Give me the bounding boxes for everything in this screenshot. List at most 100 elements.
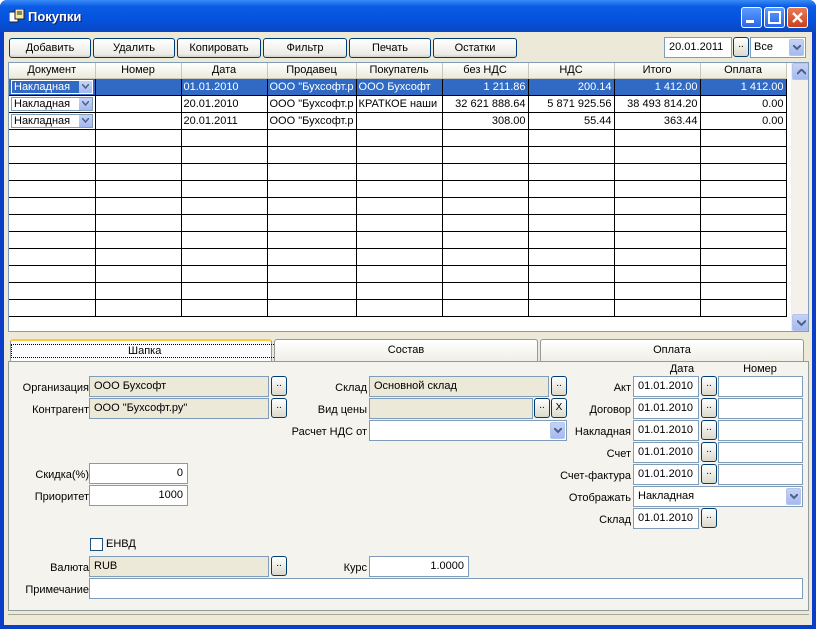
table-row[interactable]: Накладная 20.01.2010 ООО "Бухсофт.р КРАТ… bbox=[9, 95, 787, 113]
empty-cell[interactable] bbox=[95, 163, 182, 181]
empty-row[interactable] bbox=[9, 282, 787, 300]
paid-cell[interactable]: 0.00 bbox=[700, 95, 787, 113]
invoice-date-field[interactable]: 01.01.2010 bbox=[633, 442, 699, 463]
empty-cell[interactable] bbox=[700, 197, 787, 215]
empty-cell[interactable] bbox=[528, 197, 615, 215]
empty-cell[interactable] bbox=[528, 299, 615, 317]
contract-number-field[interactable] bbox=[718, 398, 803, 419]
empty-cell[interactable] bbox=[356, 282, 443, 300]
store-doc-select-button[interactable]: .. bbox=[701, 508, 717, 528]
empty-cell[interactable] bbox=[442, 265, 529, 283]
org-select-button[interactable]: .. bbox=[271, 376, 287, 396]
current-date-field[interactable]: 20.01.2011 bbox=[664, 37, 732, 58]
doc-type-cell[interactable]: Накладная bbox=[9, 78, 96, 96]
column-header[interactable]: Покупатель bbox=[356, 63, 443, 79]
empty-cell[interactable] bbox=[267, 129, 357, 147]
empty-cell[interactable] bbox=[95, 299, 182, 317]
empty-cell[interactable] bbox=[181, 214, 268, 232]
invoice-number-field[interactable] bbox=[718, 442, 803, 463]
empty-cell[interactable] bbox=[181, 231, 268, 249]
empty-row[interactable] bbox=[9, 163, 787, 181]
empty-cell[interactable] bbox=[614, 265, 701, 283]
seller-cell[interactable]: ООО "Бухсофт.р bbox=[267, 112, 357, 130]
empty-row[interactable] bbox=[9, 180, 787, 198]
empty-cell[interactable] bbox=[356, 265, 443, 283]
empty-cell[interactable] bbox=[614, 248, 701, 266]
empty-cell[interactable] bbox=[95, 231, 182, 249]
table-row[interactable]: Накладная 01.01.2010 ООО "Бухсофт.р ООО … bbox=[9, 78, 787, 96]
empty-cell[interactable] bbox=[356, 197, 443, 215]
empty-row[interactable] bbox=[9, 129, 787, 147]
empty-cell[interactable] bbox=[9, 163, 96, 181]
note-field[interactable] bbox=[89, 578, 803, 599]
column-header[interactable]: Номер bbox=[95, 63, 182, 79]
net-cell[interactable]: 1 211.86 bbox=[442, 78, 529, 96]
empty-cell[interactable] bbox=[700, 282, 787, 300]
column-header[interactable]: Продавец bbox=[267, 63, 357, 79]
delete-button[interactable]: Удалить bbox=[93, 38, 175, 58]
empty-cell[interactable] bbox=[614, 129, 701, 147]
total-cell[interactable]: 38 493 814.20 bbox=[614, 95, 701, 113]
empty-cell[interactable] bbox=[700, 146, 787, 164]
empty-row[interactable] bbox=[9, 231, 787, 249]
empty-cell[interactable] bbox=[356, 180, 443, 198]
grid-scrollbar[interactable] bbox=[791, 63, 808, 331]
empty-cell[interactable] bbox=[700, 180, 787, 198]
print-button[interactable]: Печать bbox=[349, 38, 431, 58]
scroll-up-icon[interactable] bbox=[792, 63, 808, 80]
empty-cell[interactable] bbox=[181, 180, 268, 198]
empty-cell[interactable] bbox=[614, 231, 701, 249]
empty-cell[interactable] bbox=[181, 163, 268, 181]
column-header[interactable]: Документ bbox=[9, 63, 96, 79]
scroll-down-icon[interactable] bbox=[792, 314, 808, 331]
buyer-cell[interactable]: ООО Бухсофт bbox=[356, 78, 443, 96]
empty-cell[interactable] bbox=[442, 146, 529, 164]
date-picker-button[interactable]: .. bbox=[733, 37, 749, 57]
empty-cell[interactable] bbox=[356, 129, 443, 147]
act-number-field[interactable] bbox=[718, 376, 803, 397]
envd-checkbox[interactable] bbox=[90, 538, 103, 551]
discount-field[interactable]: 0 bbox=[89, 463, 188, 484]
empty-cell[interactable] bbox=[9, 265, 96, 283]
empty-cell[interactable] bbox=[700, 214, 787, 232]
title-bar[interactable]: Покупки bbox=[0, 0, 816, 32]
contract-date-field[interactable]: 01.01.2010 bbox=[633, 398, 699, 419]
column-header[interactable]: Дата bbox=[181, 63, 268, 79]
doc-type-cell[interactable]: Накладная bbox=[9, 95, 96, 113]
empty-cell[interactable] bbox=[356, 163, 443, 181]
empty-cell[interactable] bbox=[181, 248, 268, 266]
date-cell[interactable]: 20.01.2010 bbox=[181, 95, 268, 113]
empty-cell[interactable] bbox=[442, 214, 529, 232]
chevron-down-icon[interactable] bbox=[789, 39, 804, 56]
empty-cell[interactable] bbox=[356, 231, 443, 249]
empty-cell[interactable] bbox=[181, 265, 268, 283]
empty-cell[interactable] bbox=[614, 146, 701, 164]
net-cell[interactable]: 32 621 888.64 bbox=[442, 95, 529, 113]
empty-cell[interactable] bbox=[614, 197, 701, 215]
add-button[interactable]: Добавить bbox=[9, 38, 91, 58]
empty-cell[interactable] bbox=[528, 265, 615, 283]
empty-cell[interactable] bbox=[356, 214, 443, 232]
waybill-date-field[interactable]: 01.01.2010 bbox=[633, 420, 699, 441]
empty-cell[interactable] bbox=[442, 197, 529, 215]
empty-cell[interactable] bbox=[267, 214, 357, 232]
act-select-button[interactable]: .. bbox=[701, 376, 717, 396]
empty-row[interactable] bbox=[9, 248, 787, 266]
empty-cell[interactable] bbox=[614, 214, 701, 232]
tax-invoice-select-button[interactable]: .. bbox=[701, 464, 717, 484]
buyer-cell[interactable]: КРАТКОЕ наши bbox=[356, 95, 443, 113]
empty-cell[interactable] bbox=[9, 282, 96, 300]
empty-cell[interactable] bbox=[95, 180, 182, 198]
empty-cell[interactable] bbox=[181, 146, 268, 164]
empty-cell[interactable] bbox=[442, 248, 529, 266]
empty-row[interactable] bbox=[9, 299, 787, 317]
empty-cell[interactable] bbox=[614, 180, 701, 198]
empty-cell[interactable] bbox=[528, 282, 615, 300]
empty-cell[interactable] bbox=[700, 299, 787, 317]
column-header[interactable]: Итого bbox=[614, 63, 701, 79]
empty-cell[interactable] bbox=[267, 248, 357, 266]
number-cell[interactable] bbox=[95, 112, 182, 130]
empty-row[interactable] bbox=[9, 146, 787, 164]
empty-cell[interactable] bbox=[356, 299, 443, 317]
empty-cell[interactable] bbox=[95, 197, 182, 215]
